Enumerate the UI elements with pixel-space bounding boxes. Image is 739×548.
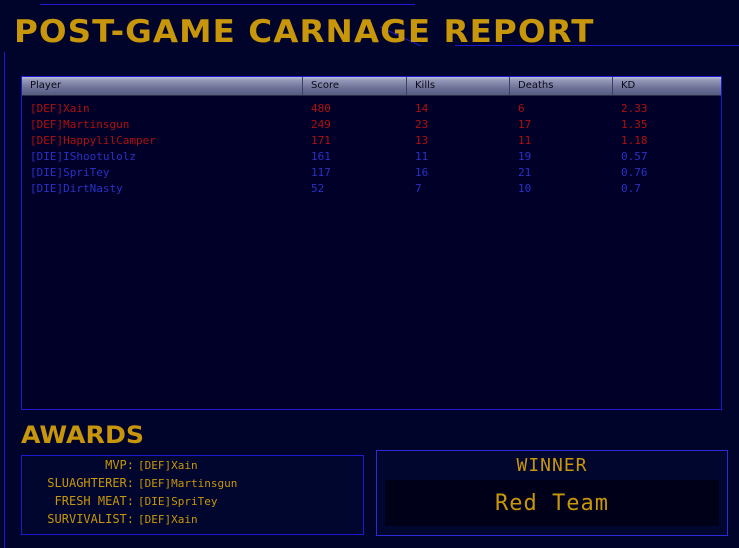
- award-label: MVP:: [105, 458, 134, 472]
- winner-panel: WINNER Red Team: [376, 450, 728, 536]
- award-row: SURVIVALIST: [DEF]Xain: [22, 510, 363, 528]
- cell-deaths: 17: [518, 118, 532, 131]
- table-row[interactable]: [DIE]SpriTey 117 16 21 0.76: [22, 165, 721, 181]
- cell-kills: 23: [415, 118, 429, 131]
- table-row[interactable]: [DIE]IShootulolz 161 11 19 0.57: [22, 149, 721, 165]
- cell-score: 249: [311, 118, 331, 131]
- cell-kd: 0.57: [621, 150, 648, 163]
- column-header-kd[interactable]: KD: [613, 77, 721, 95]
- cell-score: 52: [311, 182, 325, 195]
- cell-kd: 2.33: [621, 102, 648, 115]
- award-label: FRESH MEAT:: [54, 494, 134, 508]
- table-row[interactable]: [DEF]HappylilCamper 171 13 11 1.18: [22, 133, 721, 149]
- winner-label: WINNER: [516, 455, 588, 476]
- cell-score: 480: [311, 102, 331, 115]
- cell-kills: 16: [415, 166, 429, 179]
- column-header-score[interactable]: Score: [303, 77, 407, 95]
- column-header-deaths[interactable]: Deaths: [510, 77, 613, 95]
- decorative-line-left: [4, 52, 5, 548]
- cell-player: [DEF]Martinsgun: [30, 118, 130, 131]
- scoreboard-header-row: Player Score Kills Deaths KD: [22, 77, 721, 96]
- cell-kd: 0.7: [621, 182, 641, 195]
- cell-deaths: 21: [518, 166, 532, 179]
- scoreboard-rows: [DEF]Xain 480 14 6 2.33 [DEF]Martinsgun 249 23 1…: [22, 96, 721, 197]
- award-row: FRESH MEAT: [DIE]SpriTey: [22, 492, 363, 510]
- award-row: SLUAGHTERER: [DEF]Martinsgun: [22, 474, 363, 492]
- cell-kd: 0.76: [621, 166, 648, 179]
- cell-kd: 1.35: [621, 118, 648, 131]
- cell-kills: 14: [415, 102, 429, 115]
- award-label: SLUAGHTERER:: [47, 476, 134, 490]
- table-row[interactable]: [DEF]Martinsgun 249 23 17 1.35: [22, 117, 721, 133]
- winner-team-name: Red Team: [495, 490, 609, 516]
- column-header-kills[interactable]: Kills: [407, 77, 510, 95]
- cell-deaths: 19: [518, 150, 532, 163]
- awards-heading: AWARDS: [21, 421, 145, 449]
- award-value: [DEF]Xain: [138, 513, 198, 526]
- cell-deaths: 10: [518, 182, 532, 195]
- cell-player: [DIE]IShootulolz: [30, 150, 136, 163]
- cell-kills: 11: [415, 150, 429, 163]
- cell-deaths: 11: [518, 134, 532, 147]
- table-row[interactable]: [DIE]DirtNasty 52 7 10 0.7: [22, 181, 721, 197]
- cell-kills: 13: [415, 134, 429, 147]
- cell-deaths: 6: [518, 102, 525, 115]
- cell-kills: 7: [415, 182, 422, 195]
- cell-kd: 1.18: [621, 134, 648, 147]
- scoreboard-panel: Player Score Kills Deaths KD [DEF]Xain 48…: [21, 76, 722, 410]
- column-header-player[interactable]: Player: [22, 77, 303, 95]
- award-label: SURVIVALIST:: [47, 512, 134, 526]
- award-row: MVP: [DEF]Xain: [22, 456, 363, 474]
- award-value: [DEF]Xain: [138, 459, 198, 472]
- page-title: POST-GAME CARNAGE REPORT: [14, 14, 595, 50]
- cell-player: [DIE]DirtNasty: [30, 182, 123, 195]
- table-row[interactable]: [DEF]Xain 480 14 6 2.33: [22, 101, 721, 117]
- cell-player: [DEF]Xain: [30, 102, 90, 115]
- award-value: [DIE]SpriTey: [138, 495, 218, 508]
- cell-player: [DIE]SpriTey: [30, 166, 110, 179]
- winner-team-display: Red Team: [385, 480, 719, 526]
- post-game-carnage-report-screen: POST-GAME CARNAGE REPORT Player Score Ki…: [0, 0, 739, 548]
- award-value: [DEF]Martinsgun: [138, 477, 238, 490]
- cell-score: 171: [311, 134, 331, 147]
- decorative-line-top: [40, 4, 415, 5]
- cell-score: 117: [311, 166, 331, 179]
- cell-score: 161: [311, 150, 331, 163]
- cell-player: [DEF]HappylilCamper: [30, 134, 156, 147]
- awards-panel: MVP: [DEF]Xain SLUAGHTERER: [DEF]Martinsgun…: [21, 455, 364, 535]
